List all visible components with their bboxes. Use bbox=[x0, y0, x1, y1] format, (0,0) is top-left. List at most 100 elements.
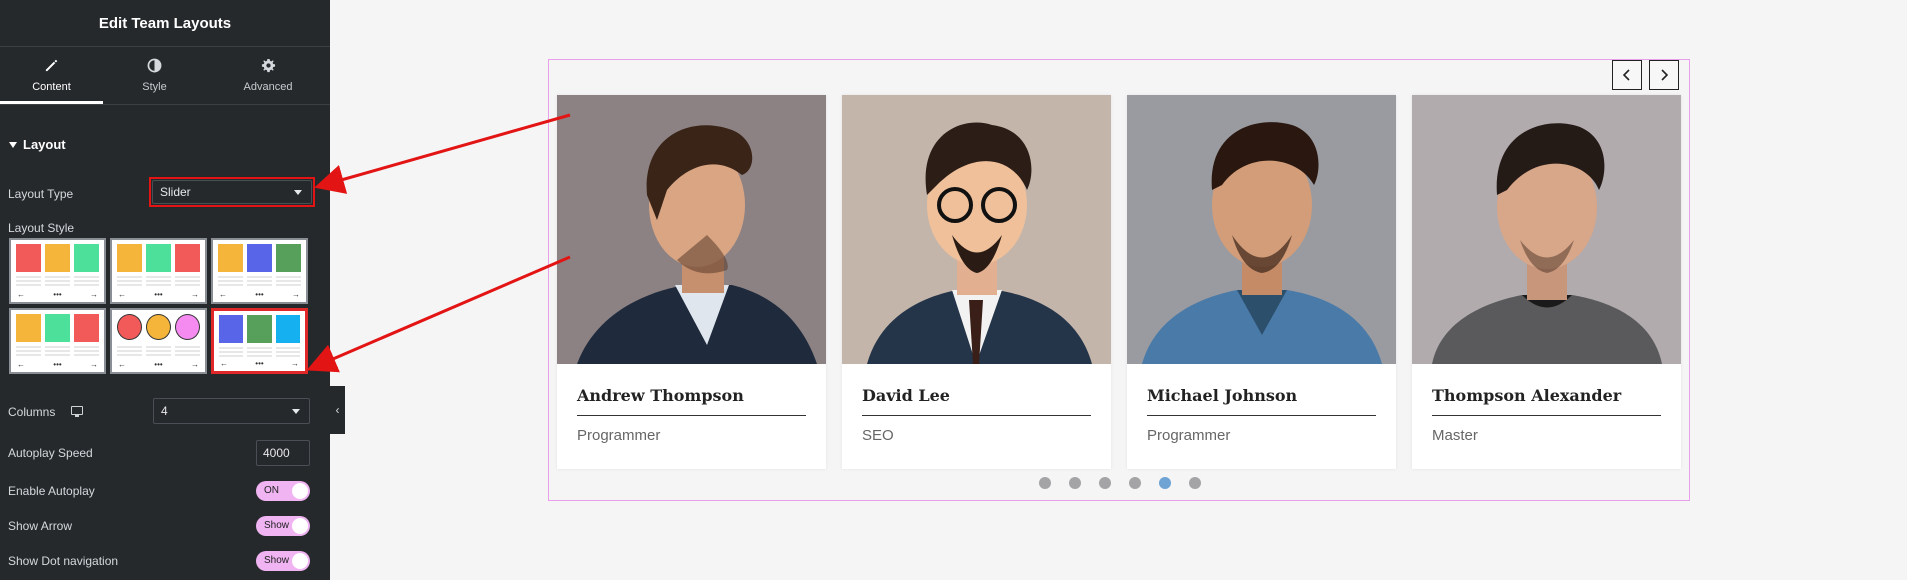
thumb-card bbox=[16, 244, 41, 272]
slider-dot[interactable] bbox=[1159, 477, 1171, 489]
show-dot-label: Show Dot navigation bbox=[8, 554, 119, 568]
layout-style-option[interactable]: ← ••• → bbox=[9, 238, 106, 304]
thumb-line bbox=[45, 346, 70, 356]
app-root: Edit Team Layouts Content Style Advanced bbox=[0, 0, 1907, 580]
thumb-text-lines bbox=[219, 347, 300, 357]
thumb-card bbox=[219, 315, 244, 343]
arrow-left-icon: ← bbox=[118, 290, 126, 299]
thumb-line bbox=[146, 276, 171, 286]
slider-dot[interactable] bbox=[1129, 477, 1141, 489]
show-arrow-label: Show Arrow bbox=[8, 519, 73, 533]
thumb-card bbox=[117, 244, 142, 272]
thumb-card bbox=[45, 244, 70, 272]
layout-style-option[interactable]: ← ••• → bbox=[211, 238, 308, 304]
tab-label: Content bbox=[32, 81, 71, 93]
layout-style-option[interactable]: ← ••• → bbox=[9, 308, 106, 374]
dots-icon: ••• bbox=[255, 359, 264, 368]
toggle-label: ON bbox=[264, 485, 279, 496]
thumb-nav: ← ••• → bbox=[17, 360, 98, 369]
arrow-right-icon: → bbox=[90, 360, 98, 369]
member-photo bbox=[842, 95, 1111, 364]
enable-autoplay-label: Enable Autoplay bbox=[8, 484, 95, 498]
slider-dot[interactable] bbox=[1039, 477, 1051, 489]
thumb-card bbox=[45, 314, 70, 342]
autoplay-speed-label: Autoplay Speed bbox=[8, 446, 93, 460]
dots-icon: ••• bbox=[154, 290, 163, 299]
slider-dot[interactable] bbox=[1189, 477, 1201, 489]
thumb-line bbox=[275, 347, 300, 357]
show-dot-toggle[interactable]: Show bbox=[256, 551, 310, 571]
thumb-line bbox=[117, 276, 142, 286]
dots-icon: ••• bbox=[53, 360, 62, 369]
tab-label: Style bbox=[142, 81, 167, 93]
layout-style-option[interactable]: ← ••• → bbox=[211, 308, 308, 374]
member-name: Andrew Thompson bbox=[577, 386, 806, 416]
arrow-right-icon: → bbox=[191, 360, 199, 369]
thumb-card bbox=[275, 315, 300, 343]
thumb-card bbox=[175, 244, 200, 272]
enable-autoplay-toggle[interactable]: ON bbox=[256, 481, 310, 501]
section-title: Layout bbox=[23, 137, 66, 152]
dots-icon: ••• bbox=[154, 360, 163, 369]
layout-style-grid: ← ••• → ← ••• → ← ••• → ← ••• → ← ••• → ← ••• → bbox=[9, 238, 309, 374]
highlight-box bbox=[149, 177, 315, 207]
tab-style[interactable]: Style bbox=[103, 47, 206, 104]
arrow-right-icon: → bbox=[291, 359, 299, 368]
toggle-label: Show bbox=[264, 520, 290, 531]
thumb-text-lines bbox=[16, 276, 99, 286]
thumb-preview bbox=[16, 244, 99, 272]
thumb-nav: ← ••• → bbox=[118, 290, 199, 299]
layout-style-option[interactable]: ← ••• → bbox=[110, 308, 207, 374]
panel-title: Edit Team Layouts bbox=[98, 14, 232, 32]
team-card[interactable]: Michael Johnson Programmer bbox=[1127, 95, 1396, 469]
arrow-right-icon: → bbox=[191, 290, 199, 299]
thumb-line bbox=[175, 346, 200, 356]
thumb-line bbox=[45, 276, 70, 286]
monitor-icon[interactable] bbox=[71, 406, 83, 417]
collapse-panel-button[interactable]: ‹ bbox=[330, 386, 345, 434]
autoplay-speed-input[interactable]: 4000 bbox=[256, 440, 310, 466]
thumb-card bbox=[146, 314, 171, 340]
show-arrow-toggle[interactable]: Show bbox=[256, 516, 310, 536]
gear-icon bbox=[261, 58, 276, 76]
thumb-line bbox=[247, 276, 272, 286]
layout-style-label: Layout Style bbox=[8, 221, 75, 235]
team-card[interactable]: Thompson Alexander Master bbox=[1412, 95, 1681, 469]
chevron-left-icon: ‹ bbox=[335, 403, 340, 417]
columns-label: Columns bbox=[8, 405, 56, 419]
pencil-icon bbox=[44, 58, 59, 76]
thumb-preview bbox=[218, 244, 301, 272]
thumb-line bbox=[146, 346, 171, 356]
arrow-left-icon: ← bbox=[17, 360, 25, 369]
thumb-line bbox=[16, 276, 41, 286]
thumb-preview bbox=[16, 314, 99, 342]
thumb-card bbox=[247, 315, 272, 343]
columns-value: 4 bbox=[161, 404, 168, 418]
thumb-card bbox=[218, 244, 243, 272]
slider-dot[interactable] bbox=[1099, 477, 1111, 489]
columns-select[interactable]: 4 bbox=[153, 398, 310, 424]
team-card[interactable]: David Lee SEO bbox=[842, 95, 1111, 469]
arrow-right-icon: → bbox=[292, 290, 300, 299]
tab-content[interactable]: Content bbox=[0, 47, 103, 104]
thumb-text-lines bbox=[117, 276, 200, 286]
slider-next-button[interactable] bbox=[1649, 60, 1679, 90]
section-layout-toggle[interactable]: Layout bbox=[9, 137, 66, 152]
thumb-nav: ← ••• → bbox=[220, 359, 299, 368]
team-card[interactable]: Andrew Thompson Programmer bbox=[557, 95, 826, 469]
tab-advanced[interactable]: Advanced bbox=[206, 47, 330, 104]
thumb-card bbox=[74, 244, 99, 272]
slider-dot[interactable] bbox=[1069, 477, 1081, 489]
thumb-line bbox=[74, 276, 99, 286]
thumb-card bbox=[16, 314, 41, 342]
annotation-arrow bbox=[306, 255, 571, 373]
thumb-text-lines bbox=[218, 276, 301, 286]
thumb-line bbox=[16, 346, 41, 356]
layout-style-option[interactable]: ← ••• → bbox=[110, 238, 207, 304]
member-photo bbox=[557, 95, 826, 364]
toggle-knob bbox=[292, 518, 308, 534]
member-name: David Lee bbox=[862, 386, 1091, 416]
slider-dots bbox=[1039, 477, 1201, 489]
member-role: Programmer bbox=[1147, 427, 1231, 444]
slider-prev-button[interactable] bbox=[1612, 60, 1642, 90]
